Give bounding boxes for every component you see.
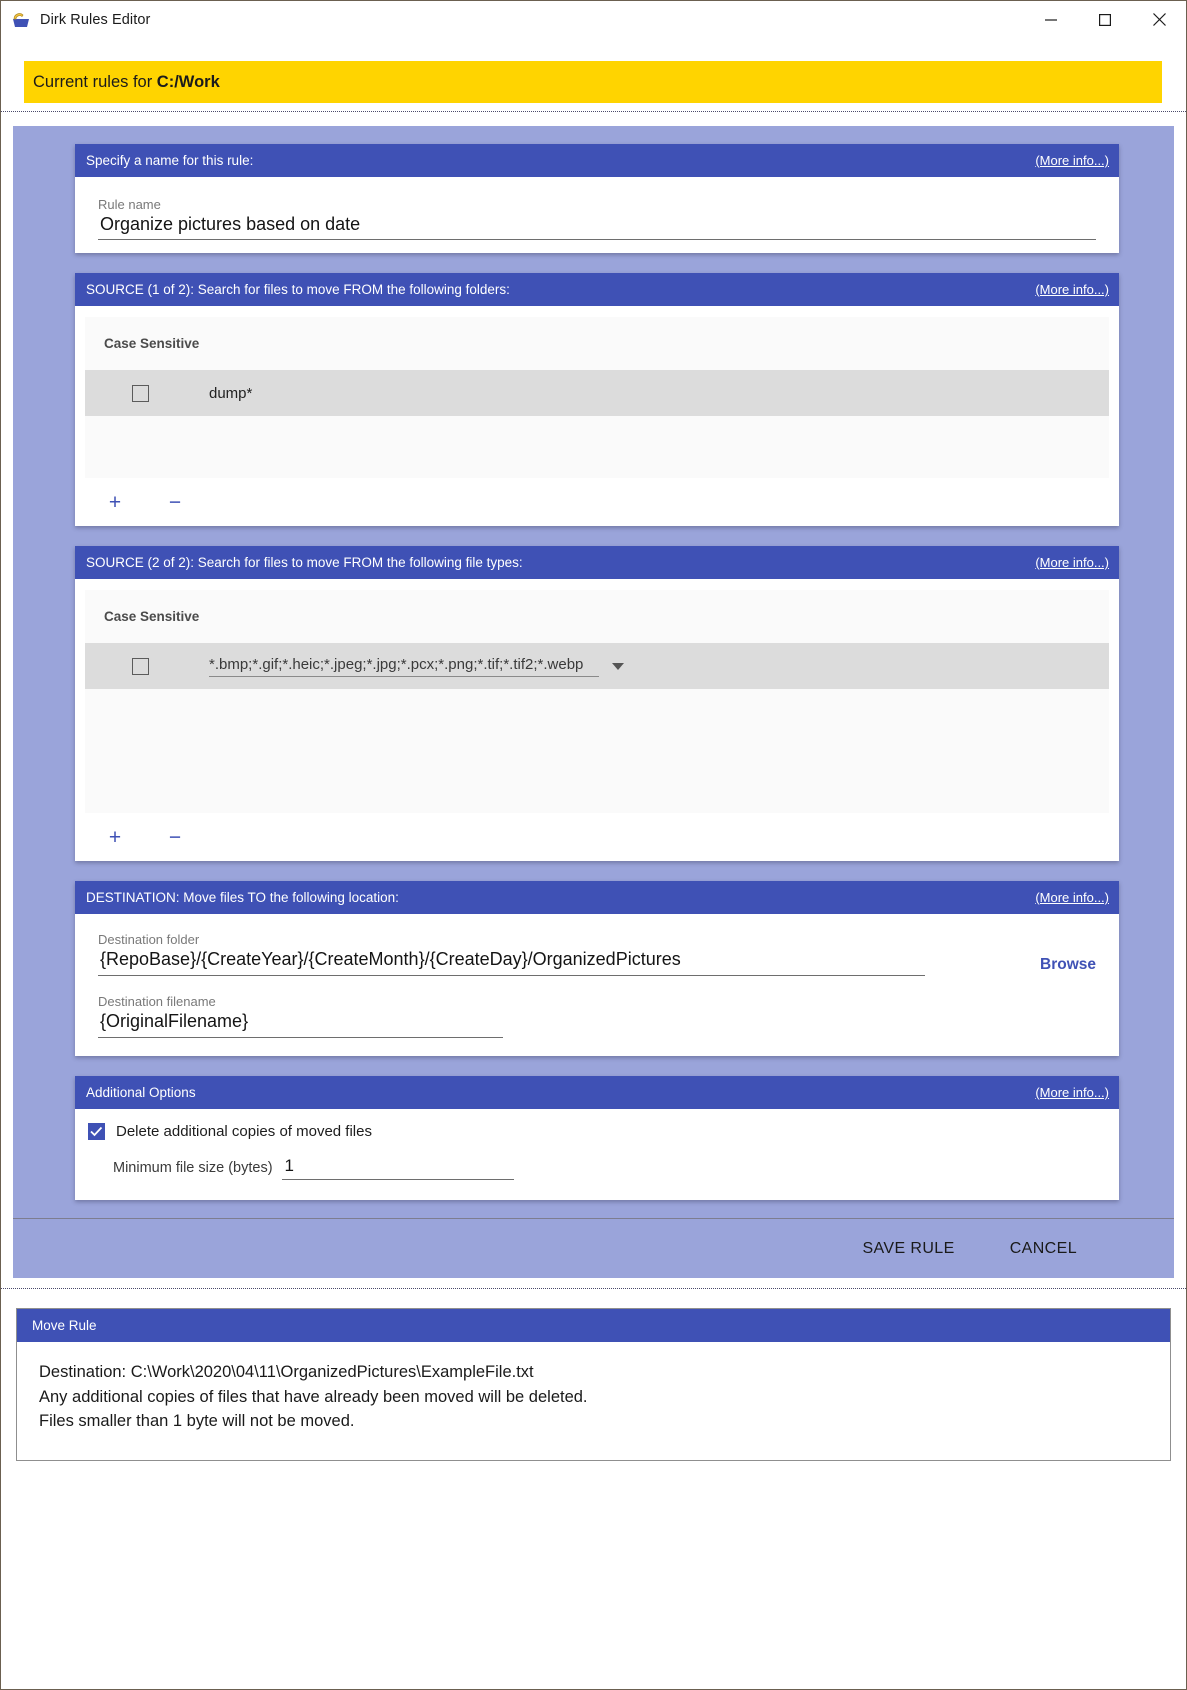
- add-filetype-button[interactable]: +: [103, 827, 127, 848]
- banner-path: C:/Work: [156, 72, 220, 91]
- remove-filetype-button[interactable]: −: [163, 827, 187, 848]
- maximize-icon[interactable]: [1078, 1, 1132, 38]
- source-folders-card-header: SOURCE (1 of 2): Search for files to mov…: [75, 273, 1119, 306]
- rule-name-input[interactable]: Organize pictures based on date: [98, 213, 1096, 240]
- source-filetypes-card-title: SOURCE (2 of 2): Search for files to mov…: [86, 555, 523, 570]
- rule-name-card-header: Specify a name for this rule: (More info…: [75, 144, 1119, 177]
- source-folders-list-empty-area: [85, 416, 1109, 478]
- rule-name-card-body: Rule name Organize pictures based on dat…: [75, 177, 1119, 253]
- remove-folder-button[interactable]: −: [163, 492, 187, 513]
- filetypes-dropdown-value[interactable]: *.bmp;*.gif;*.heic;*.jpeg;*.jpg;*.pcx;*.…: [209, 656, 599, 677]
- source-folders-card-body: Case Sensitive dump* + −: [75, 306, 1119, 526]
- title-bar: Dirk Rules Editor: [1, 1, 1186, 38]
- minimum-file-size-label: Minimum file size (bytes): [113, 1160, 273, 1176]
- source-filetypes-list-empty-area: [85, 689, 1109, 813]
- rule-name-label: Rule name: [98, 197, 161, 212]
- more-info-link-options[interactable]: (More info...): [1035, 1085, 1109, 1100]
- additional-options-card-title: Additional Options: [86, 1085, 196, 1100]
- summary-line-min-size: Files smaller than 1 byte will not be mo…: [39, 1412, 355, 1430]
- rule-name-field-block: Rule name Organize pictures based on dat…: [75, 177, 1119, 253]
- table-row[interactable]: dump*: [85, 370, 1109, 416]
- more-info-link-source2[interactable]: (More info...): [1035, 555, 1109, 570]
- banner-text: Current rules for C:/Work: [33, 73, 220, 92]
- source-filetypes-card: SOURCE (2 of 2): Search for files to mov…: [75, 546, 1119, 861]
- more-info-link-destination[interactable]: (More info...): [1035, 890, 1109, 905]
- move-rule-summary-header: Move Rule: [17, 1309, 1170, 1342]
- destination-card-body: Destination folder {RepoBase}/{CreateYea…: [75, 914, 1119, 1056]
- current-rules-banner: Current rules for C:/Work: [24, 61, 1162, 103]
- summary-line-delete-copies: Any additional copies of files that have…: [39, 1387, 588, 1406]
- destination-folder-input[interactable]: {RepoBase}/{CreateYear}/{CreateMonth}/{C…: [98, 948, 925, 976]
- minimum-file-size-row: Minimum file size (bytes) 1: [113, 1156, 1096, 1180]
- table-row[interactable]: *.bmp;*.gif;*.heic;*.jpeg;*.jpg;*.pcx;*.…: [85, 643, 1109, 689]
- app-window: Dirk Rules Editor Current rules for C:/W…: [0, 0, 1187, 1690]
- move-rule-summary-title: Move Rule: [32, 1318, 97, 1333]
- window-title: Dirk Rules Editor: [40, 11, 151, 28]
- destination-card: DESTINATION: Move files TO the following…: [75, 881, 1119, 1056]
- destination-fields: Destination folder {RepoBase}/{CreateYea…: [98, 932, 1018, 1038]
- destination-folder-field: Destination folder {RepoBase}/{CreateYea…: [98, 932, 1018, 976]
- destination-filename-label: Destination filename: [98, 994, 216, 1009]
- destination-card-title: DESTINATION: Move files TO the following…: [86, 890, 399, 905]
- case-sensitive-checkbox[interactable]: [132, 384, 149, 402]
- source-filetypes-card-body: Case Sensitive *.bmp;*.gif;*.heic;*.jpeg…: [75, 579, 1119, 861]
- source-folders-list-header: Case Sensitive: [85, 317, 1109, 370]
- destination-card-header: DESTINATION: Move files TO the following…: [75, 881, 1119, 914]
- additional-options-card: Additional Options (More info...) Delete…: [75, 1076, 1119, 1200]
- case-sensitive-checkbox[interactable]: [132, 657, 149, 675]
- source-filetypes-toolbar: + −: [75, 813, 1119, 861]
- app-icon: [11, 10, 31, 30]
- case-sensitive-column-header: Case Sensitive: [104, 609, 200, 624]
- additional-options-card-body: Delete additional copies of moved files …: [75, 1109, 1119, 1200]
- more-info-link-source1[interactable]: (More info...): [1035, 282, 1109, 297]
- minimum-file-size-input[interactable]: 1: [281, 1156, 514, 1180]
- more-info-link-rule-name[interactable]: (More info...): [1035, 153, 1109, 168]
- browse-button[interactable]: Browse: [1040, 956, 1096, 974]
- delete-copies-label: Delete additional copies of moved files: [116, 1123, 372, 1140]
- destination-row: Destination folder {RepoBase}/{CreateYea…: [98, 932, 1096, 1038]
- rule-name-card-title: Specify a name for this rule:: [86, 153, 254, 168]
- chevron-down-icon[interactable]: [612, 662, 624, 670]
- source-folder-value[interactable]: dump*: [209, 385, 252, 402]
- filetypes-dropdown[interactable]: *.bmp;*.gif;*.heic;*.jpeg;*.jpg;*.pcx;*.…: [209, 656, 624, 677]
- destination-filename-field: Destination filename {OriginalFilename}: [98, 994, 1018, 1038]
- banner-prefix: Current rules for: [33, 72, 157, 91]
- source-filetypes-list-header: Case Sensitive: [85, 590, 1109, 643]
- delete-copies-checkbox[interactable]: [88, 1123, 105, 1140]
- move-rule-summary-body: Destination: C:\Work\2020\04\11\Organize…: [17, 1342, 1170, 1460]
- editor-panel: Specify a name for this rule: (More info…: [13, 126, 1174, 1278]
- source-filetypes-card-header: SOURCE (2 of 2): Search for files to mov…: [75, 546, 1119, 579]
- rule-name-card: Specify a name for this rule: (More info…: [75, 144, 1119, 253]
- add-folder-button[interactable]: +: [103, 492, 127, 513]
- cancel-button[interactable]: CANCEL: [1010, 1240, 1077, 1258]
- editor-action-bar: SAVE RULE CANCEL: [13, 1218, 1174, 1278]
- source-filetypes-list: Case Sensitive *.bmp;*.gif;*.heic;*.jpeg…: [75, 579, 1119, 813]
- rule-editor-area: Specify a name for this rule: (More info…: [1, 111, 1186, 1289]
- minimize-icon[interactable]: [1024, 1, 1078, 38]
- destination-folder-label: Destination folder: [98, 932, 200, 947]
- summary-line-destination: Destination: C:\Work\2020\04\11\Organize…: [39, 1363, 534, 1381]
- delete-copies-row[interactable]: Delete additional copies of moved files: [88, 1123, 1096, 1140]
- banner-wrap: Current rules for C:/Work: [1, 38, 1186, 103]
- additional-options-card-header: Additional Options (More info...): [75, 1076, 1119, 1109]
- source-folders-toolbar: + −: [75, 478, 1119, 526]
- source-folders-card-title: SOURCE (1 of 2): Search for files to mov…: [86, 282, 510, 297]
- save-rule-button[interactable]: SAVE RULE: [862, 1240, 954, 1258]
- source-folders-card: SOURCE (1 of 2): Search for files to mov…: [75, 273, 1119, 526]
- window-controls: [1024, 1, 1186, 38]
- close-icon[interactable]: [1132, 1, 1186, 38]
- source-folders-list: Case Sensitive dump*: [75, 306, 1119, 478]
- move-rule-summary: Move Rule Destination: C:\Work\2020\04\1…: [16, 1308, 1171, 1461]
- destination-filename-input[interactable]: {OriginalFilename}: [98, 1010, 503, 1038]
- case-sensitive-column-header: Case Sensitive: [104, 336, 200, 351]
